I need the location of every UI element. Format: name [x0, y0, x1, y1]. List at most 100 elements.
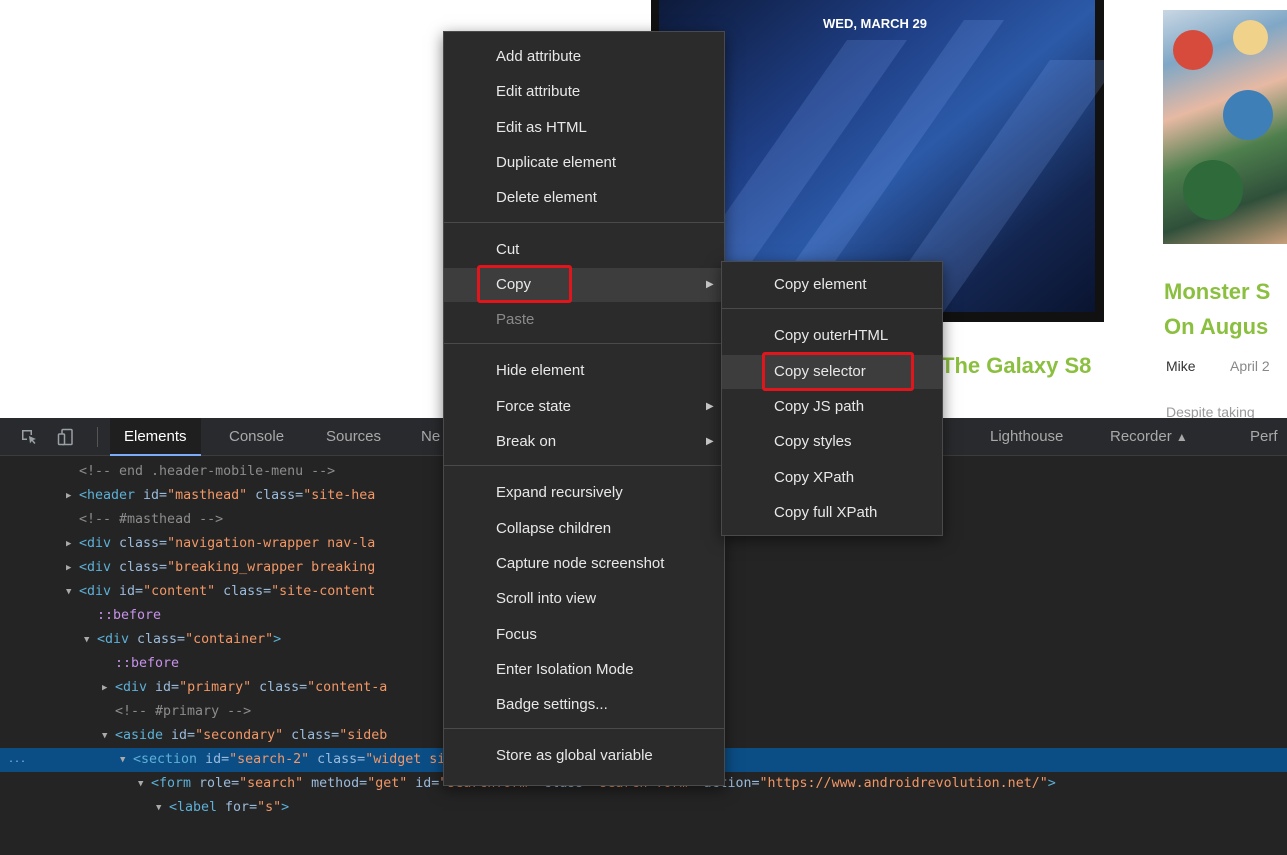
- menu-item-label: Badge settings...: [496, 696, 608, 714]
- dom-token: ::before: [115, 656, 180, 671]
- collapse-arrow-icon[interactable]: ▼: [156, 796, 161, 820]
- article-author[interactable]: Mike: [1166, 358, 1196, 374]
- copy-submenu: Copy element Copy outerHTML Copy selector C…: [721, 261, 943, 536]
- selected-node-marker[interactable]: ...: [8, 748, 26, 772]
- inspect-element-icon[interactable]: [20, 428, 38, 446]
- menu-item-store-as-global-variable[interactable]: Store as global variable: [444, 739, 724, 773]
- submenu-item-copy-js-path[interactable]: Copy JS path: [722, 390, 942, 424]
- dom-token: >: [273, 632, 282, 647]
- menu-item-label: Hide element: [496, 362, 585, 380]
- menu-item-edit-as-html[interactable]: Edit as HTML: [444, 111, 724, 145]
- article-title-right-line2[interactable]: On Augus: [1164, 314, 1268, 340]
- dom-token: class=: [259, 680, 308, 695]
- collapse-arrow-icon[interactable]: ▼: [120, 748, 125, 772]
- menu-item-focus[interactable]: Focus: [444, 618, 724, 652]
- dom-token: class=: [291, 728, 340, 743]
- dom-node-text: ::before: [115, 652, 179, 676]
- dom-token: <!-- #primary -->: [115, 704, 252, 719]
- collapse-arrow-icon[interactable]: ▼: [102, 724, 107, 748]
- menu-item-duplicate-element[interactable]: Duplicate element: [444, 146, 724, 180]
- menu-separator: [444, 465, 724, 467]
- device-toolbar-icon[interactable]: [57, 428, 75, 446]
- article-thumbnail[interactable]: [1163, 10, 1287, 244]
- menu-item-label: Paste: [496, 311, 535, 329]
- submenu-item-copy-outerhtml[interactable]: Copy outerHTML: [722, 319, 942, 353]
- menu-item-add-attribute[interactable]: Add attribute: [444, 40, 724, 74]
- menu-item-delete-element[interactable]: Delete element: [444, 181, 724, 215]
- expand-arrow-icon[interactable]: ▶: [102, 676, 107, 700]
- menu-item-hide-element[interactable]: Hide element: [444, 354, 724, 388]
- dom-token: for=: [225, 800, 258, 815]
- tab-console[interactable]: Console: [229, 418, 284, 456]
- collapse-arrow-icon[interactable]: ▼: [138, 772, 143, 796]
- menu-item-collapse-children[interactable]: Collapse children: [444, 512, 724, 546]
- menu-item-label: Cut: [496, 240, 520, 258]
- hero-date: WED, MARCH 29: [823, 16, 928, 31]
- submenu-item-copy-styles[interactable]: Copy styles: [722, 425, 942, 459]
- menu-item-label: Edit attribute: [496, 83, 581, 101]
- tab-network[interactable]: Ne: [421, 418, 440, 456]
- submenu-item-copy-selector[interactable]: Copy selector: [722, 354, 942, 389]
- dom-token: id=: [119, 584, 144, 599]
- context-menu: Add attribute Edit attribute Edit as HTML D…: [443, 31, 725, 786]
- dom-token: id=: [415, 776, 440, 791]
- dom-node-text: <div id="content" class="site-content: [79, 580, 375, 604]
- dom-token: id=: [171, 728, 196, 743]
- submenu-item-copy-xpath[interactable]: Copy XPath: [722, 461, 942, 495]
- collapse-arrow-icon[interactable]: ▼: [84, 628, 89, 652]
- menu-item-edit-attribute[interactable]: Edit attribute: [444, 75, 724, 109]
- dom-token: <label: [169, 800, 226, 815]
- dom-token: ::before: [97, 608, 162, 623]
- tab-recorder[interactable]: Recorder ▲: [1110, 418, 1188, 456]
- menu-item-label: Copy full XPath: [774, 503, 878, 521]
- menu-item-label: Store as global variable: [496, 747, 653, 765]
- menu-item-enter-isolation-mode[interactable]: Enter Isolation Mode: [444, 653, 724, 687]
- dom-node-text: <div id="primary" class="content-a: [115, 676, 387, 700]
- menu-separator: [444, 343, 724, 345]
- tab-performance[interactable]: Perf: [1250, 418, 1278, 456]
- dom-token: <aside: [115, 728, 172, 743]
- menu-item-capture-node-screenshot[interactable]: Capture node screenshot: [444, 547, 724, 581]
- menu-item-cut[interactable]: Cut: [444, 233, 724, 267]
- menu-item-label: Copy element: [774, 276, 867, 293]
- dom-node-row[interactable]: ▼ <label for="s">: [0, 796, 1287, 820]
- menu-item-force-state[interactable]: Force state ▶: [444, 390, 724, 424]
- expand-arrow-icon[interactable]: ▶: [66, 484, 71, 508]
- menu-item-label: Copy JS path: [774, 397, 865, 415]
- dom-token: <header: [79, 488, 144, 503]
- article-date: April 2: [1230, 358, 1270, 374]
- menu-item-break-on[interactable]: Break on ▶: [444, 425, 724, 459]
- menu-item-label: Copy: [496, 275, 532, 293]
- menu-item-copy[interactable]: Copy ▶: [444, 267, 724, 302]
- menu-item-label: Break on: [496, 433, 557, 450]
- submenu-arrow-icon: ▶: [706, 278, 714, 290]
- expand-arrow-icon[interactable]: ▶: [66, 532, 71, 556]
- dom-token: id=: [155, 680, 180, 695]
- article-title-left[interactable]: The Galaxy S8: [941, 353, 1091, 379]
- dom-token: method=: [311, 776, 368, 791]
- dom-token: class=: [223, 584, 272, 599]
- dom-token: "breaking_wrapper breaking: [167, 560, 376, 575]
- dom-token: "search": [239, 776, 312, 791]
- dom-token: >: [1047, 776, 1056, 791]
- dom-token: class=: [137, 632, 186, 647]
- menu-item-scroll-into-view[interactable]: Scroll into view: [444, 582, 724, 616]
- tab-elements[interactable]: Elements: [110, 418, 201, 456]
- article-title-right-line1[interactable]: Monster S: [1164, 279, 1270, 305]
- expand-arrow-icon[interactable]: ▶: [66, 556, 71, 580]
- collapse-arrow-icon[interactable]: ▼: [66, 580, 71, 604]
- dom-token: <div: [79, 560, 120, 575]
- menu-item-badge-settings[interactable]: Badge settings...: [444, 688, 724, 722]
- menu-item-expand-recursively[interactable]: Expand recursively: [444, 476, 724, 510]
- submenu-arrow-icon: ▶: [706, 400, 714, 412]
- submenu-item-copy-element[interactable]: Copy element: [722, 268, 942, 302]
- dom-token: <div: [79, 536, 120, 551]
- dom-node-text: ::before: [97, 604, 161, 628]
- menu-item-label: Scroll into view: [496, 590, 597, 608]
- dom-token: "content-a: [307, 680, 388, 695]
- tab-sources[interactable]: Sources: [326, 418, 381, 456]
- tab-lighthouse[interactable]: Lighthouse: [990, 418, 1063, 456]
- menu-item-label: Focus: [496, 625, 537, 643]
- submenu-item-copy-full-xpath[interactable]: Copy full XPath: [722, 496, 942, 530]
- menu-item-label: Copy outerHTML: [774, 327, 889, 345]
